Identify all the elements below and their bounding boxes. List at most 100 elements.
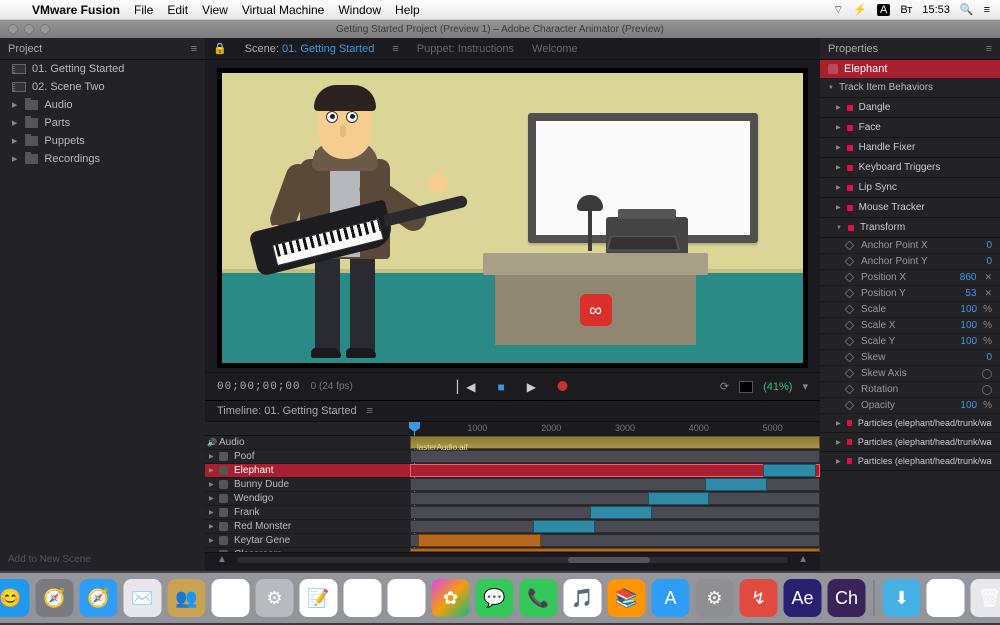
prop-value[interactable]: 100 bbox=[960, 320, 977, 331]
prop-value[interactable]: 53 bbox=[965, 288, 976, 299]
dock-app-3[interactable]: ✉️ bbox=[124, 579, 162, 617]
dock-app-13[interactable]: 🎵 bbox=[564, 579, 602, 617]
prop-scale-x[interactable]: Scale X100% bbox=[820, 318, 1000, 334]
dock-app-14[interactable]: 📚 bbox=[608, 579, 646, 617]
behavior-handle-fixer[interactable]: Handle Fixer bbox=[820, 138, 1000, 158]
dock-app-5[interactable]: 16 bbox=[212, 579, 250, 617]
prop-opacity[interactable]: Opacity100% bbox=[820, 398, 1000, 414]
timeline-ruler[interactable]: 1000 2000 3000 4000 5000 bbox=[410, 422, 820, 436]
prop-skew-axis[interactable]: Skew Axis bbox=[820, 366, 1000, 382]
selected-object-row[interactable]: Elephant bbox=[820, 60, 1000, 78]
behavior-enabled-icon[interactable] bbox=[847, 105, 853, 111]
spotlight-icon[interactable]: 🔍 bbox=[960, 3, 974, 16]
prop-position-y[interactable]: Position Y53✕ bbox=[820, 286, 1000, 302]
dock-app-7[interactable]: 📝 bbox=[300, 579, 338, 617]
dock-right-1[interactable]: ▭ bbox=[927, 579, 965, 617]
behavior-mouse-tracker[interactable]: Mouse Tracker bbox=[820, 198, 1000, 218]
behavior-enabled-icon[interactable] bbox=[847, 420, 852, 426]
play-button[interactable]: ▶ bbox=[527, 380, 536, 394]
dock-app-8[interactable]: 🖼 bbox=[344, 579, 382, 617]
clip-teal-5[interactable] bbox=[763, 464, 816, 477]
properties-panel-menu-icon[interactable]: ≡ bbox=[986, 43, 992, 55]
project-item-puppets[interactable]: Puppets bbox=[0, 132, 205, 150]
keyframe-diamond-icon[interactable] bbox=[845, 305, 855, 315]
clip-red-monster[interactable] bbox=[410, 520, 820, 533]
loop-button[interactable]: ⟳ bbox=[720, 380, 729, 393]
track-poof[interactable]: Poof bbox=[205, 450, 410, 464]
stopwatch-icon[interactable] bbox=[982, 369, 992, 379]
prop-scale-y[interactable]: Scale Y100% bbox=[820, 334, 1000, 350]
keyframe-diamond-icon[interactable] bbox=[845, 273, 855, 283]
zoom-level[interactable]: (41%) bbox=[763, 381, 792, 393]
reset-icon[interactable]: ✕ bbox=[984, 288, 992, 299]
behavior-face[interactable]: Face bbox=[820, 118, 1000, 138]
project-item-parts[interactable]: Parts bbox=[0, 114, 205, 132]
prop-anchor-point-x[interactable]: Anchor Point X0 bbox=[820, 238, 1000, 254]
scrollbar-thumb[interactable] bbox=[237, 557, 788, 563]
timecode-display[interactable]: 00;00;00;00 bbox=[217, 381, 301, 393]
prop-value[interactable]: 0 bbox=[986, 352, 992, 363]
behavior-enabled-icon[interactable] bbox=[847, 145, 853, 151]
reset-icon[interactable]: ✕ bbox=[984, 272, 992, 283]
clip-teal-3[interactable] bbox=[590, 506, 652, 519]
clip-teal-4[interactable] bbox=[533, 520, 595, 533]
project-item-02-scene-two[interactable]: 02. Scene Two bbox=[0, 78, 205, 96]
clock-day[interactable]: Вт bbox=[900, 4, 912, 16]
track-wendigo[interactable]: Wendigo bbox=[205, 492, 410, 506]
menu-extras-icon[interactable]: ≡ bbox=[984, 4, 990, 16]
prop-value[interactable]: 100 bbox=[960, 400, 977, 411]
welcome-tab[interactable]: Welcome bbox=[532, 43, 578, 55]
track-frank[interactable]: Frank bbox=[205, 506, 410, 520]
stop-button[interactable]: ■ bbox=[497, 380, 504, 394]
track-bunny-dude[interactable]: Bunny Dude bbox=[205, 478, 410, 492]
wifi-icon[interactable]: ⌔ bbox=[833, 3, 843, 17]
app-menu[interactable]: VMware Fusion bbox=[32, 3, 120, 17]
timeline-track-area[interactable]: 1000 2000 3000 4000 5000 lasterAudio.aif bbox=[410, 422, 820, 552]
behavior-enabled-icon[interactable] bbox=[847, 185, 853, 191]
clip-teal-1[interactable] bbox=[705, 478, 767, 491]
menu-view[interactable]: View bbox=[202, 3, 228, 17]
menu-window[interactable]: Window bbox=[338, 3, 381, 17]
clip-orange-1[interactable] bbox=[418, 534, 541, 547]
prop-value[interactable]: 100 bbox=[960, 336, 977, 347]
input-lang[interactable]: A bbox=[877, 4, 890, 16]
keyframe-diamond-icon[interactable] bbox=[845, 257, 855, 267]
behavior-enabled-icon[interactable] bbox=[847, 165, 853, 171]
dock-app-6[interactable]: ⚙ bbox=[256, 579, 294, 617]
scene-stage[interactable]: ∞ bbox=[217, 68, 808, 368]
prop-scale[interactable]: Scale100% bbox=[820, 302, 1000, 318]
menu-file[interactable]: File bbox=[134, 3, 153, 17]
keyframe-diamond-icon[interactable] bbox=[845, 369, 855, 379]
color-swatch[interactable] bbox=[739, 381, 753, 393]
clip-poof[interactable] bbox=[410, 450, 820, 463]
keytar-gene-puppet[interactable] bbox=[260, 81, 435, 351]
particles-behavior[interactable]: Particles (elephant/head/trunk/water3) bbox=[820, 452, 1000, 471]
scene-tab-name[interactable]: 01. Getting Started bbox=[282, 43, 374, 55]
behavior-enabled-icon[interactable] bbox=[847, 458, 852, 464]
record-button[interactable] bbox=[558, 380, 568, 394]
prop-value[interactable]: 0 bbox=[986, 256, 992, 267]
track-elephant[interactable]: Elephant bbox=[205, 464, 410, 478]
dock-app-2[interactable]: 🧭 bbox=[80, 579, 118, 617]
dock-right-0[interactable]: ⬇ bbox=[883, 579, 921, 617]
dock-app-16[interactable]: ⚙ bbox=[696, 579, 734, 617]
dock-app-11[interactable]: 💬 bbox=[476, 579, 514, 617]
dock-app-4[interactable]: 👥 bbox=[168, 579, 206, 617]
dock-app-10[interactable]: ✿ bbox=[432, 579, 470, 617]
transform-section[interactable]: Transform bbox=[820, 218, 1000, 238]
particles-behavior[interactable]: Particles (elephant/head/trunk/water1) bbox=[820, 414, 1000, 433]
zoom-in-icon[interactable]: ▲ bbox=[798, 554, 808, 565]
behavior-enabled-icon[interactable] bbox=[847, 439, 852, 445]
particles-behavior[interactable]: Particles (elephant/head/trunk/water2) bbox=[820, 433, 1000, 452]
audio-clip[interactable]: lasterAudio.aif bbox=[410, 436, 820, 449]
track-item-behaviors-section[interactable]: Track Item Behaviors bbox=[820, 78, 1000, 98]
behavior-enabled-icon[interactable] bbox=[847, 125, 853, 131]
behavior-enabled-icon[interactable] bbox=[847, 205, 853, 211]
keyframe-diamond-icon[interactable] bbox=[845, 241, 855, 251]
track-audio[interactable]: Audio bbox=[205, 436, 410, 450]
keyframe-diamond-icon[interactable] bbox=[845, 385, 855, 395]
dock-app-17[interactable]: ↯ bbox=[740, 579, 778, 617]
clip-teal-2[interactable] bbox=[648, 492, 710, 505]
project-item-recordings[interactable]: Recordings bbox=[0, 150, 205, 168]
track-classroom[interactable]: Classroom bbox=[205, 548, 410, 552]
